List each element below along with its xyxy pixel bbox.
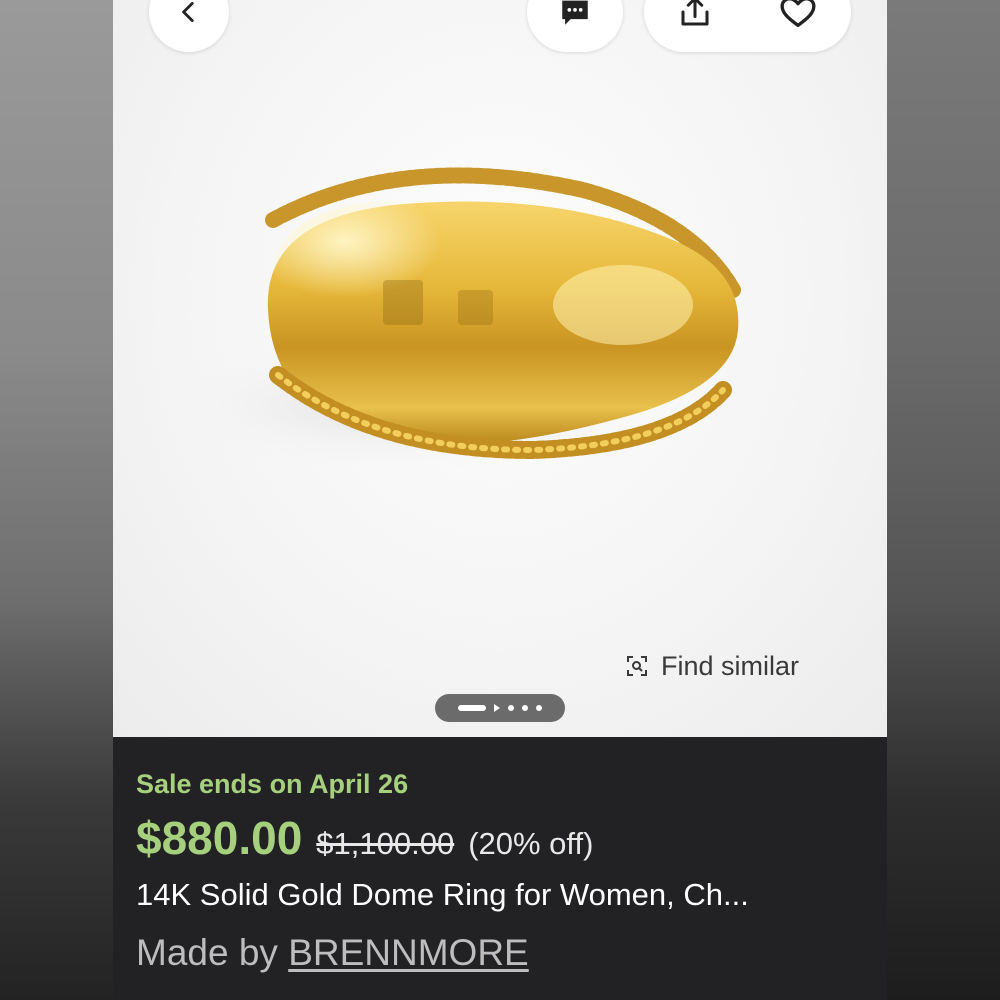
left-blur-backdrop — [0, 0, 113, 1000]
carousel-dot — [536, 705, 542, 711]
find-similar-label: Find similar — [661, 650, 800, 681]
find-similar-button[interactable]: Find similar — [625, 648, 799, 684]
gold-dome-ring-image — [265, 167, 741, 460]
made-by-line: Made by BRENNMORE — [136, 932, 529, 974]
carousel-dot-active — [458, 705, 486, 711]
carousel-dot — [508, 705, 514, 711]
heart-icon[interactable] — [778, 0, 818, 32]
shop-name-link[interactable]: BRENNMORE — [288, 932, 529, 973]
listing-title[interactable]: 14K Solid Gold Dome Ring for Women, Ch..… — [136, 877, 749, 913]
visual-search-icon — [625, 654, 649, 678]
back-button[interactable] — [149, 0, 229, 52]
share-favorite-group — [644, 0, 851, 52]
video-play-indicator-icon — [494, 704, 500, 712]
chat-bubble-icon — [558, 0, 592, 29]
sale-price: $880.00 — [136, 812, 303, 864]
product-image[interactable]: Find similar — [113, 0, 887, 737]
original-price: $1,100.00 — [316, 826, 455, 861]
listing-info-panel: Sale ends on April 26 $880.00 $1,100.00 … — [113, 737, 887, 1000]
right-blur-backdrop — [887, 0, 1000, 1000]
chevron-left-icon — [176, 0, 202, 25]
discount-label: (20% off) — [468, 826, 594, 861]
sale-ends-label: Sale ends on April 26 — [136, 769, 409, 799]
price-row: $880.00 $1,100.00 (20% off) — [136, 811, 593, 865]
product-screen: Find similar Sale ends on April 26 $880.… — [113, 0, 887, 1000]
made-by-prefix: Made by — [136, 932, 289, 973]
message-seller-button[interactable] — [527, 0, 623, 52]
carousel-indicator[interactable] — [435, 694, 565, 722]
carousel-dot — [522, 705, 528, 711]
share-icon[interactable] — [677, 0, 713, 30]
